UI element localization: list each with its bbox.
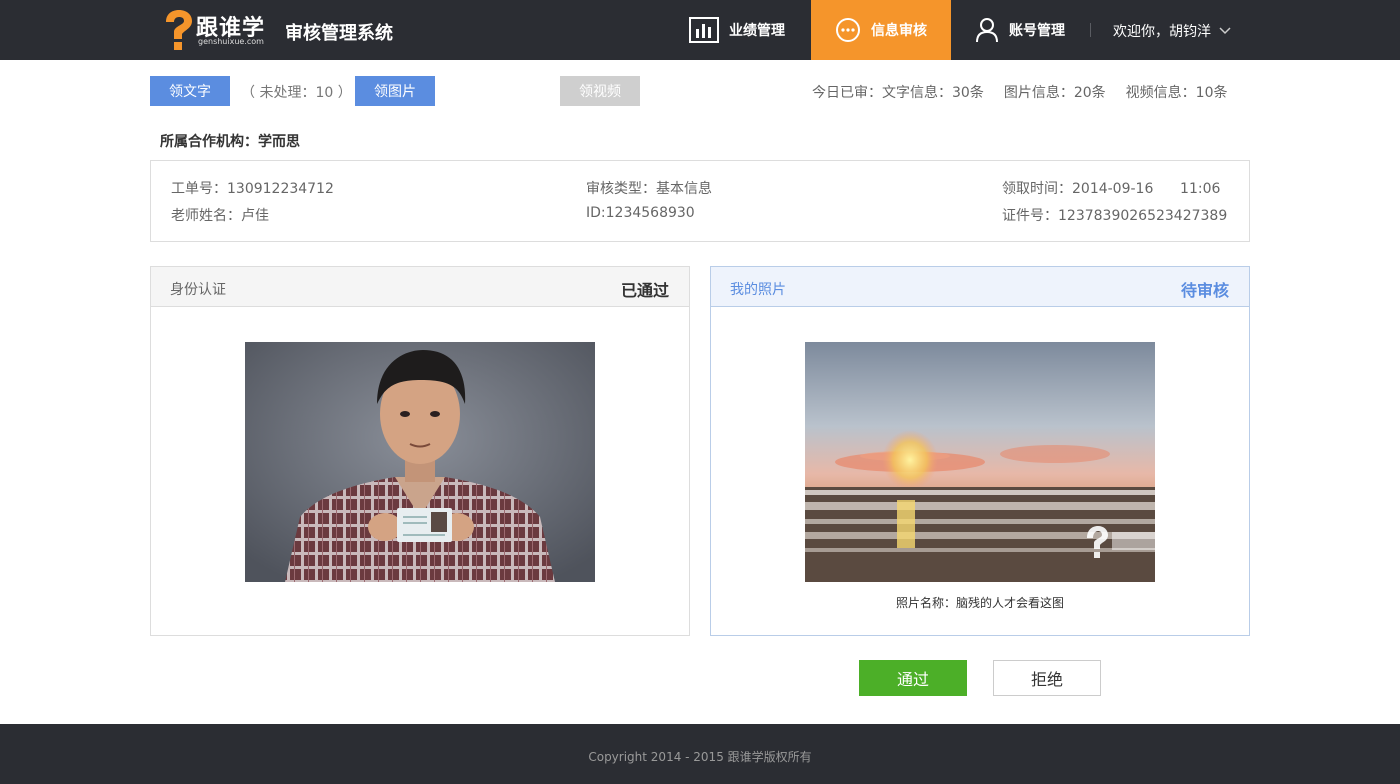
logo-subtext: genshuixue.com — [198, 37, 264, 46]
organization-label: 所属合作机构：学而思 — [160, 134, 300, 150]
receive-time: 领取时间：2014-09-16 11:06 — [1002, 181, 1221, 197]
approve-button[interactable]: 通过 — [859, 660, 967, 696]
teacher-id: ID:1234568930 — [586, 205, 695, 221]
stat-videos: 视频信息：10条 — [1125, 85, 1228, 101]
my-photo-panel-title: 我的照片 — [730, 282, 786, 298]
nav-performance-label: 业绩管理 — [729, 23, 785, 39]
my-photo-panel-header: 我的照片 待审核 — [711, 267, 1249, 307]
review-type: 审核类型：基本信息 — [586, 181, 712, 197]
bar-chart-icon — [689, 17, 719, 43]
user-icon — [976, 18, 998, 43]
claim-video-button[interactable]: 领视频 — [560, 76, 640, 106]
photo-caption-label: 照片名称： — [895, 596, 956, 610]
claim-text-button[interactable]: 领文字 — [150, 76, 230, 106]
footer: Copyright 2014 - 2015 跟谁学版权所有 — [0, 724, 1400, 784]
stat-text: 今日已审：文字信息：30条 — [812, 85, 984, 101]
stat-images: 图片信息：20条 — [1003, 85, 1106, 101]
nav-review[interactable]: 信息审核 — [811, 0, 951, 60]
my-photo-panel: 我的照片 待审核 照片名称：脑残的人才会看这图 — [710, 266, 1250, 636]
user-menu[interactable]: 欢迎你，胡钧洋 — [1113, 21, 1231, 41]
id-photo[interactable] — [245, 342, 595, 582]
system-title: 审核管理系统 — [285, 23, 393, 44]
teacher-name: 老师姓名：卢佳 — [171, 208, 269, 224]
photo-caption-value: 脑残的人才会看这图 — [956, 596, 1065, 610]
logo[interactable]: 跟谁学 genshuixue.com — [160, 8, 270, 52]
ticket-number: 工单号：130912234712 — [171, 181, 334, 197]
nav-account-label: 账号管理 — [1009, 23, 1065, 39]
question-mark-logo-icon — [166, 10, 192, 50]
photo-caption: 照片名称：脑残的人才会看这图 — [711, 594, 1249, 611]
reject-button[interactable]: 拒绝 — [993, 660, 1101, 696]
pending-count: （ 未处理：10 ） — [241, 85, 352, 101]
identity-panel-title: 身份认证 — [170, 282, 226, 298]
ticket-info-box: 工单号：130912234712 老师姓名：卢佳 审核类型：基本信息 ID:12… — [150, 160, 1250, 242]
identity-panel-header: 身份认证 已通过 — [151, 267, 689, 307]
nav-performance[interactable]: 业绩管理 — [689, 0, 785, 60]
nav-divider — [1090, 23, 1091, 37]
certificate-number: 证件号：1237839026523427389 — [1002, 208, 1228, 224]
nav-review-label: 信息审核 — [871, 23, 927, 39]
my-photo-status: 待审核 — [1180, 281, 1229, 300]
welcome-text: 欢迎你，胡钧洋 — [1113, 24, 1211, 40]
id-photo-image — [245, 342, 595, 582]
identity-panel: 身份认证 已通过 — [150, 266, 690, 636]
top-header: 跟谁学 genshuixue.com 审核管理系统 业绩管理 信息审核 账号管理… — [0, 0, 1400, 60]
copyright-text: Copyright 2014 - 2015 跟谁学版权所有 — [588, 750, 812, 764]
nav-account[interactable]: 账号管理 — [975, 0, 1065, 60]
chevron-down-icon — [1219, 27, 1231, 35]
chat-bubble-icon — [836, 18, 860, 42]
identity-status: 已通过 — [620, 281, 669, 300]
my-photo-image — [805, 342, 1155, 582]
today-stats: 今日已审：文字信息：30条 图片信息：20条 视频信息：10条 — [812, 82, 1227, 102]
claim-image-button[interactable]: 领图片 — [355, 76, 435, 106]
my-photo[interactable] — [805, 342, 1155, 582]
